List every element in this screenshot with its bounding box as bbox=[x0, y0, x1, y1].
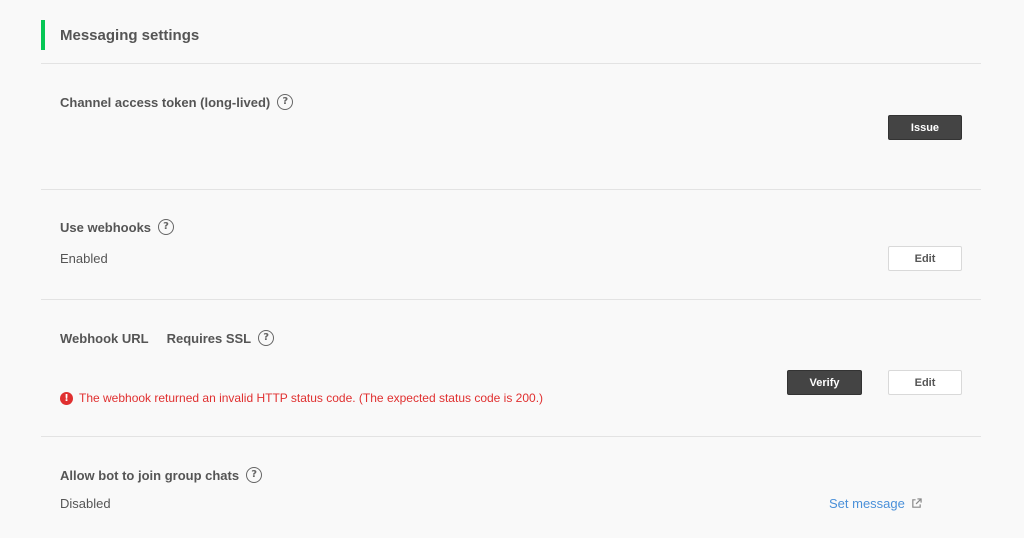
webhooks-status: Enabled bbox=[60, 251, 108, 266]
set-message-link[interactable]: Set message bbox=[829, 496, 922, 511]
webhooks-label-row: Use webhooks ? bbox=[60, 219, 175, 235]
divider bbox=[41, 63, 981, 64]
divider bbox=[41, 189, 981, 190]
help-icon[interactable]: ? bbox=[158, 219, 175, 235]
divider bbox=[41, 299, 981, 300]
group-chats-label-row: Allow bot to join group chats ? bbox=[60, 467, 263, 483]
group-chats-status: Disabled bbox=[60, 496, 111, 511]
access-token-label: Channel access token (long-lived) bbox=[60, 94, 271, 110]
verify-button[interactable]: Verify bbox=[787, 370, 862, 395]
webhook-url-label: Webhook URL bbox=[60, 330, 149, 346]
divider bbox=[41, 436, 981, 437]
help-icon[interactable]: ? bbox=[277, 94, 294, 110]
access-token-label-row: Channel access token (long-lived) ? bbox=[60, 94, 294, 110]
ssl-label: Requires SSL bbox=[166, 330, 252, 346]
set-message-label: Set message bbox=[829, 496, 905, 511]
webhooks-edit-button[interactable]: Edit bbox=[888, 246, 962, 271]
issue-button[interactable]: Issue bbox=[888, 115, 962, 140]
webhook-url-label-row: Webhook URL Requires SSL ? bbox=[60, 330, 275, 346]
webhooks-label: Use webhooks bbox=[60, 219, 152, 235]
error-icon: ! bbox=[60, 391, 73, 405]
group-chats-label: Allow bot to join group chats bbox=[60, 467, 240, 483]
help-icon[interactable]: ? bbox=[258, 330, 275, 346]
help-icon[interactable]: ? bbox=[246, 467, 263, 483]
section-accent-bar bbox=[41, 20, 45, 50]
external-link-icon bbox=[911, 498, 922, 509]
page-title: Messaging settings bbox=[60, 27, 200, 44]
webhook-url-edit-button[interactable]: Edit bbox=[888, 370, 962, 395]
error-message: The webhook returned an invalid HTTP sta… bbox=[79, 391, 544, 405]
webhook-error: ! The webhook returned an invalid HTTP s… bbox=[60, 391, 543, 405]
